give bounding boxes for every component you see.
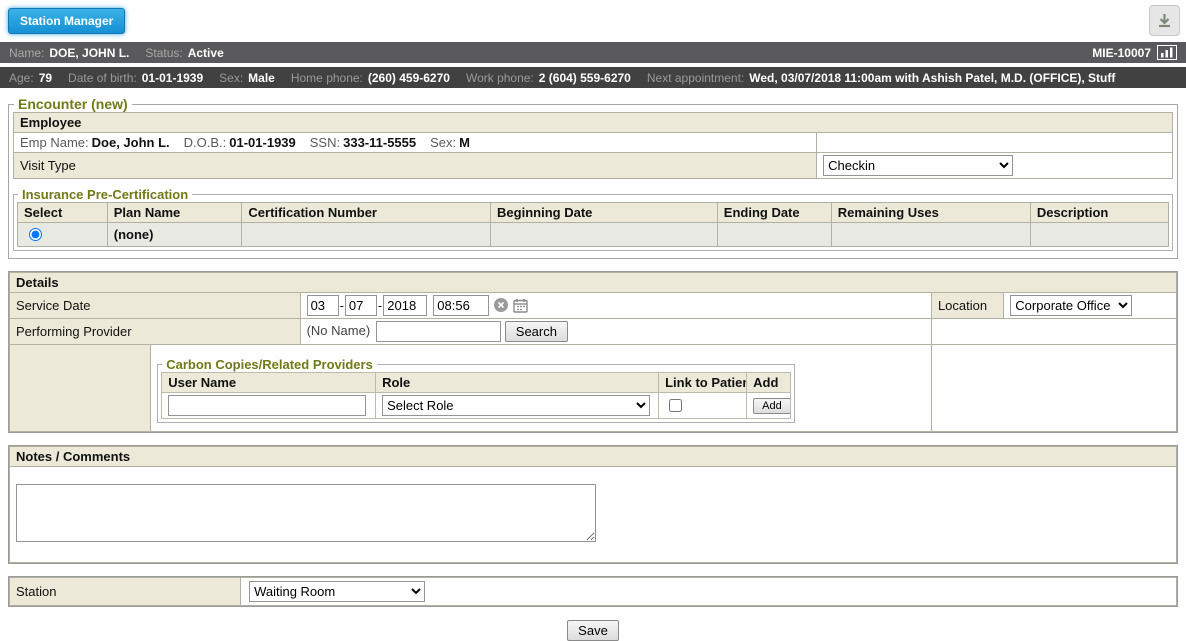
col-remaining-uses: Remaining Uses xyxy=(831,203,1030,223)
sex-label: Sex: xyxy=(219,71,243,85)
encounter-legend: Encounter (new) xyxy=(14,96,132,112)
age-label: Age: xyxy=(9,71,34,85)
insurance-row: (none) xyxy=(18,223,1169,247)
age-value: 79 xyxy=(39,71,52,85)
details-empty-cell-2 xyxy=(931,345,1176,432)
service-date-label: Service Date xyxy=(10,293,301,319)
cc-add-button[interactable]: Add xyxy=(753,398,791,414)
col-select: Select xyxy=(18,203,108,223)
cc-username-input[interactable] xyxy=(168,395,366,416)
col-description: Description xyxy=(1030,203,1168,223)
insurance-plan-name: (none) xyxy=(114,227,154,242)
notes-section: Notes / Comments xyxy=(8,445,1178,564)
col-add: Add xyxy=(747,373,791,393)
employee-info-empty-cell xyxy=(817,133,1173,153)
insurance-precert-legend: Insurance Pre-Certification xyxy=(18,187,192,202)
location-select[interactable]: Corporate Office xyxy=(1010,295,1132,316)
carbon-copies-section: Carbon Copies/Related Providers User Nam… xyxy=(157,357,795,423)
notes-table: Notes / Comments xyxy=(9,446,1177,563)
employee-header: Employee xyxy=(14,113,1173,133)
performing-provider-label: Performing Provider xyxy=(10,319,301,345)
details-header: Details xyxy=(10,273,1177,293)
provider-no-name: (No Name) xyxy=(307,323,371,338)
employee-table: Employee Emp Name:Doe, John L.D.O.B.:01-… xyxy=(13,112,1173,179)
service-date-cell: -- xyxy=(300,293,931,319)
save-row: Save xyxy=(0,620,1186,641)
next-appointment-value: Wed, 03/07/2018 11:00am with Ashish Pate… xyxy=(749,71,1115,85)
service-time-input[interactable] xyxy=(433,295,489,316)
col-link-to-patient: Link to Patient xyxy=(659,373,747,393)
station-select[interactable]: Waiting Room xyxy=(249,581,425,602)
calendar-icon[interactable] xyxy=(513,301,528,316)
service-year-input[interactable] xyxy=(383,295,427,316)
download-button[interactable] xyxy=(1149,5,1180,36)
col-ending-date: Ending Date xyxy=(717,203,831,223)
details-label-spacer xyxy=(10,345,151,432)
dob-label: Date of birth: xyxy=(68,71,137,85)
link-to-patient-checkbox[interactable] xyxy=(669,399,682,412)
save-button[interactable]: Save xyxy=(567,620,619,641)
patient-status: Active xyxy=(188,46,224,60)
col-user-name: User Name xyxy=(162,373,376,393)
dob-value: 01-01-1939 xyxy=(142,71,203,85)
service-month-input[interactable] xyxy=(307,295,339,316)
details-table: Details Service Date -- Location Corpora… xyxy=(9,272,1177,432)
status-label: Status: xyxy=(145,46,182,60)
cc-role-select[interactable]: Select Role xyxy=(382,395,650,416)
work-phone-value: 2 (604) 559-6270 xyxy=(539,71,631,85)
patient-id: MIE-10007 xyxy=(1092,46,1151,60)
top-toolbar: Station Manager xyxy=(0,0,1186,42)
service-day-input[interactable] xyxy=(345,295,377,316)
station-manager-button[interactable]: Station Manager xyxy=(8,8,125,34)
clear-date-icon[interactable] xyxy=(494,300,508,315)
next-appointment-label: Next appointment: xyxy=(647,71,744,85)
home-phone-value: (260) 459-6270 xyxy=(368,71,450,85)
col-beginning-date: Beginning Date xyxy=(491,203,718,223)
home-phone-label: Home phone: xyxy=(291,71,363,85)
location-label: Location xyxy=(931,293,1003,319)
details-empty-cell-1 xyxy=(931,319,1176,345)
insurance-table: Select Plan Name Certification Number Be… xyxy=(17,202,1169,247)
notes-textarea[interactable] xyxy=(16,484,596,542)
demographics-bar: Age: 79 Date of birth: 01-01-1939 Sex: M… xyxy=(0,67,1186,88)
sex-value: Male xyxy=(248,71,275,85)
insurance-select-radio[interactable] xyxy=(29,228,42,241)
insurance-precert-section: Insurance Pre-Certification Select Plan … xyxy=(13,187,1173,251)
encounter-section: Encounter (new) Employee Emp Name:Doe, J… xyxy=(8,96,1178,259)
name-label: Name: xyxy=(9,46,44,60)
carbon-copies-legend: Carbon Copies/Related Providers xyxy=(162,357,377,372)
details-section: Details Service Date -- Location Corpora… xyxy=(8,271,1178,433)
col-plan-name: Plan Name xyxy=(107,203,242,223)
employee-info: Emp Name:Doe, John L.D.O.B.:01-01-1939SS… xyxy=(14,133,817,153)
visit-type-label: Visit Type xyxy=(14,153,817,179)
provider-search-button[interactable]: Search xyxy=(505,321,568,342)
station-section: Station Waiting Room xyxy=(8,576,1178,607)
bar-chart-icon[interactable] xyxy=(1157,45,1177,60)
carbon-copies-table: User Name Role Link to Patient Add Selec… xyxy=(161,372,791,419)
notes-header: Notes / Comments xyxy=(10,447,1177,467)
col-cert-number: Certification Number xyxy=(242,203,491,223)
patient-name: DOE, JOHN L. xyxy=(49,46,129,60)
station-table: Station Waiting Room xyxy=(9,577,1177,606)
provider-search-input[interactable] xyxy=(376,321,501,342)
col-role: Role xyxy=(376,373,659,393)
patient-name-bar: Name: DOE, JOHN L. Status: Active MIE-10… xyxy=(0,42,1186,63)
download-icon xyxy=(1156,12,1173,29)
work-phone-label: Work phone: xyxy=(466,71,534,85)
visit-type-select[interactable]: Checkin xyxy=(823,155,1013,176)
station-label: Station xyxy=(10,578,241,606)
